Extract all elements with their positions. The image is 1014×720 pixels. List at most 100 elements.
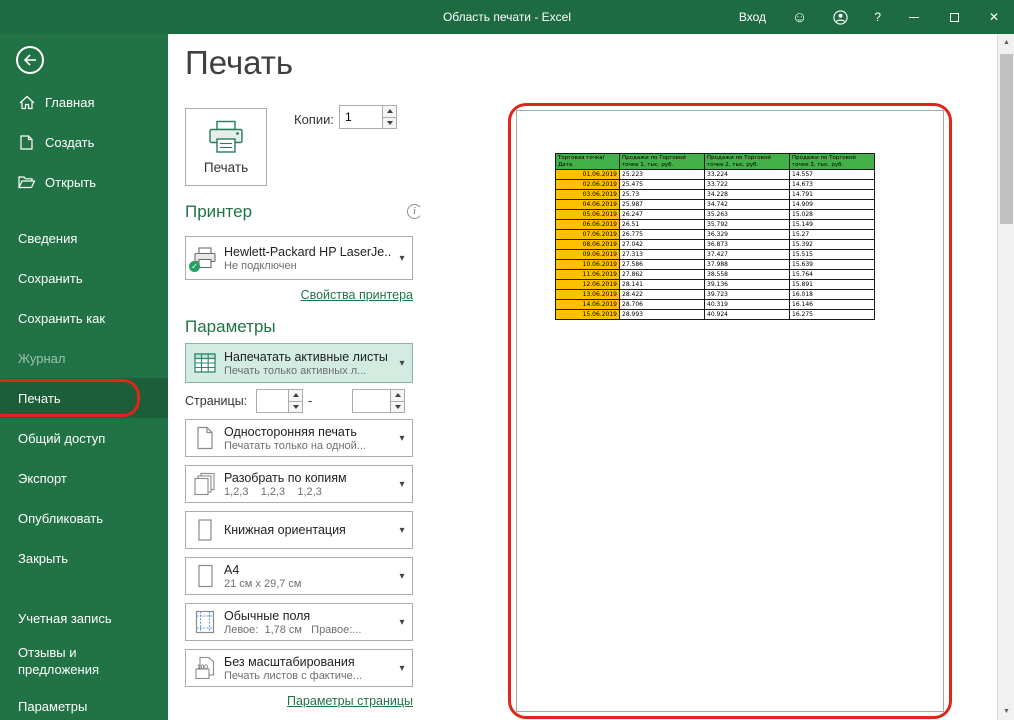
minimize-button[interactable] [894,0,934,34]
date-cell: 15.06.2019 [556,310,620,320]
pages-to-up-button[interactable] [391,390,404,401]
collate-subtitle: 1,2,3 1,2,3 1,2,3 [224,486,392,498]
pages-to-down-button[interactable] [391,401,404,413]
value-cell: 37.988 [705,260,790,270]
chevron-down-icon: ▾ [392,358,412,369]
date-cell: 09.06.2019 [556,250,620,260]
vertical-scrollbar[interactable]: ▲ ▼ [997,34,1014,720]
close-button[interactable]: ✕ [974,0,1014,34]
print-button[interactable]: Печать [185,108,267,186]
feedback-smiley-icon[interactable]: ☺ [779,0,820,34]
sidebar-menu-item-2[interactable]: Сохранить как [0,298,168,338]
collate-dropdown[interactable]: Разобрать по копиям 1,2,3 1,2,3 1,2,3 ▾ [185,465,413,503]
sidebar-item-open[interactable]: Открыть [0,162,168,202]
value-cell: 40.319 [705,300,790,310]
sidebar-menu-item-0[interactable]: Сведения [0,218,168,258]
scaling-subtitle: Печать листов с фактиче... [224,670,392,682]
no-scaling-icon: 100 [186,656,224,680]
pages-to-input[interactable] [353,390,390,412]
account-icon[interactable] [820,0,861,34]
sidebar-bottom-item-1[interactable]: Отзывы и предложения [0,638,168,686]
copies-spin-up-button[interactable] [383,106,396,117]
collated-pages-icon [186,472,224,496]
scroll-down-button[interactable]: ▼ [998,703,1014,720]
sidebar-item-label: Учетная запись [18,611,112,626]
sidebar-bottom-item-2[interactable]: Параметры [0,686,168,720]
value-cell: 36.873 [705,240,790,250]
paper-size-title: A4 [224,563,392,577]
date-cell: 13.06.2019 [556,290,620,300]
value-cell: 26.247 [620,210,705,220]
sidebar-item-label: Журнал [18,351,65,366]
printer-properties-link[interactable]: Свойства принтера [185,288,413,302]
help-button[interactable]: ? [861,0,894,34]
table-header-cell: Продажи по Торговой точке 3, тыс. руб. [790,154,875,170]
table-row: 14.06.201928.70640.31916.146 [556,300,875,310]
excel-backstage-window: Область печати - Excel Вход ☺ ? ✕ [0,0,1014,720]
printer-dropdown[interactable]: ✓ Hewlett-Packard HP LaserJe... Не подкл… [185,236,413,280]
value-cell: 27.042 [620,240,705,250]
chevron-down-icon: ▾ [392,253,412,264]
table-row: 13.06.201928.42239.72316.018 [556,290,875,300]
pages-from-input[interactable] [257,390,288,412]
sidebar-item-label: Открыть [45,175,96,190]
chevron-down-icon: ▾ [392,571,412,582]
copies-label: Копии: [294,112,334,127]
value-cell: 28.706 [620,300,705,310]
print-what-subtitle: Печать только активных л... [224,365,392,377]
pages-from-down-button[interactable] [289,401,302,413]
value-cell: 15.764 [790,270,875,280]
copies-input[interactable] [340,106,382,128]
sidebar-item-home[interactable]: Главная [0,82,168,122]
orientation-title: Книжная ориентация [224,523,392,537]
back-button[interactable] [16,46,44,74]
table-header-cell: Торговая точка/ Дата [556,154,620,170]
sidebar-menu-item-6[interactable]: Экспорт [0,458,168,498]
sidebar-item-new[interactable]: Создать [0,122,168,162]
value-cell: 25.475 [620,180,705,190]
value-cell: 26.775 [620,230,705,240]
pages-from-stepper [256,389,303,413]
value-cell: 40.924 [705,310,790,320]
print-preview-area: Торговая точка/ Дата Продажи по Торговой … [420,34,997,720]
margins-icon [186,610,224,634]
sidebar-menu-item-5[interactable]: Общий доступ [0,418,168,458]
scrollbar-thumb[interactable] [1000,54,1013,224]
sidebar-bottom-item-0[interactable]: Учетная запись [0,598,168,638]
sidebar-menu-item-7[interactable]: Опубликовать [0,498,168,538]
value-cell: 34.742 [705,200,790,210]
pages-from-up-button[interactable] [289,390,302,401]
scaling-dropdown[interactable]: 100 Без масштабирования Печать листов с … [185,649,413,687]
chevron-down-icon: ▾ [392,617,412,628]
paper-size-dropdown[interactable]: A4 21 см x 29,7 см ▾ [185,557,413,595]
table-row: 02.06.201925.47533.72214.673 [556,180,875,190]
print-button-label: Печать [204,160,248,175]
sidebar-item-label: Закрыть [18,551,68,566]
sidebar-menu-item-4[interactable]: Печать [0,378,168,418]
paper-size-icon [186,564,224,588]
duplex-dropdown[interactable]: Односторонняя печать Печатать только на … [185,419,413,457]
value-cell: 15.891 [790,280,875,290]
value-cell: 15.639 [790,260,875,270]
date-cell: 07.06.2019 [556,230,620,240]
value-cell: 15.149 [790,220,875,230]
sidebar-menu-item-8[interactable]: Закрыть [0,538,168,578]
orientation-dropdown[interactable]: Книжная ориентация ▾ [185,511,413,549]
page-setup-link[interactable]: Параметры страницы [185,694,413,708]
value-cell: 37.427 [705,250,790,260]
minimize-icon [909,17,919,18]
sign-in-button[interactable]: Вход [726,0,779,34]
copies-spin-down-button[interactable] [383,117,396,129]
value-cell: 33.224 [705,170,790,180]
value-cell: 14.791 [790,190,875,200]
printer-small-icon: ✓ [186,247,224,269]
scaling-title: Без масштабирования [224,655,392,669]
margins-dropdown[interactable]: Обычные поля Левое: 1,78 см Правое:... ▾ [185,603,413,641]
duplex-title: Односторонняя печать [224,425,392,439]
maximize-button[interactable] [934,0,974,34]
scroll-up-button[interactable]: ▲ [998,34,1014,51]
print-what-dropdown[interactable]: Напечатать активные листы Печать только … [185,343,413,383]
table-row: 15.06.201928.99340.92416.275 [556,310,875,320]
sidebar-menu-item-3[interactable]: Журнал [0,338,168,378]
sidebar-menu-item-1[interactable]: Сохранить [0,258,168,298]
